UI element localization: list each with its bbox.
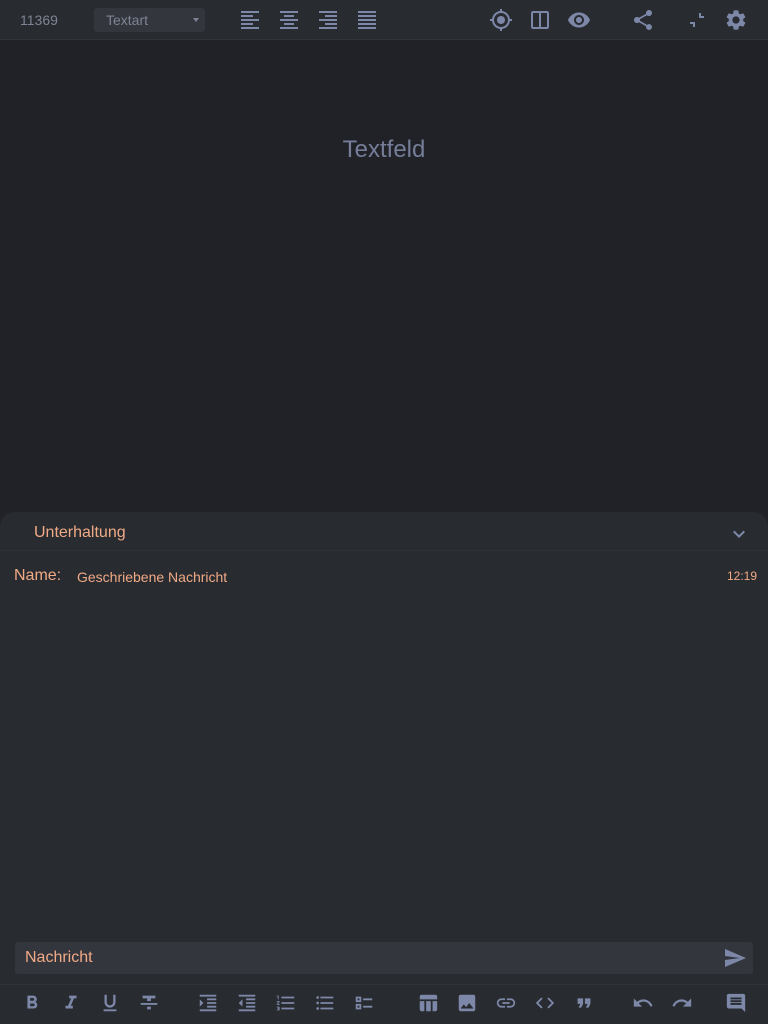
crosshair-icon[interactable]	[489, 8, 513, 32]
numbered-list-icon[interactable]	[275, 992, 297, 1014]
message-time: 12:19	[727, 569, 758, 583]
send-icon[interactable]	[723, 946, 747, 970]
bold-icon[interactable]	[21, 992, 43, 1014]
indent-decrease-icon[interactable]	[236, 992, 258, 1014]
bullet-list-icon[interactable]	[314, 992, 336, 1014]
align-right-icon[interactable]	[316, 8, 340, 32]
message-text: Geschriebene Nachricht	[77, 569, 228, 585]
undo-icon[interactable]	[632, 992, 654, 1014]
document-id: 11369	[20, 12, 58, 28]
underline-icon[interactable]	[99, 992, 121, 1014]
italic-icon[interactable]	[60, 992, 82, 1014]
conversation-title: Unterhaltung	[34, 524, 126, 541]
gear-icon[interactable]	[724, 8, 748, 32]
editor-placeholder[interactable]: Textfeld	[0, 136, 768, 164]
code-icon[interactable]	[534, 992, 556, 1014]
link-icon[interactable]	[495, 992, 517, 1014]
dropdown-caret-icon	[193, 18, 199, 22]
align-left-icon[interactable]	[238, 8, 262, 32]
chevron-down-icon[interactable]	[727, 522, 751, 546]
align-center-icon[interactable]	[277, 8, 301, 32]
fullscreen-exit-icon[interactable]	[685, 8, 709, 32]
top-toolbar: 11369 Textart	[0, 0, 768, 40]
share-icon[interactable]	[631, 8, 655, 32]
message-input[interactable]	[15, 942, 715, 974]
conversation-panel: Unterhaltung Name: Geschriebene Nachrich…	[0, 512, 768, 1024]
strikethrough-icon[interactable]	[138, 992, 160, 1014]
comment-icon[interactable]	[725, 992, 747, 1014]
quote-icon[interactable]	[573, 992, 595, 1014]
align-justify-icon[interactable]	[355, 8, 379, 32]
format-toolbar	[0, 984, 768, 1024]
split-view-icon[interactable]	[528, 8, 552, 32]
table-icon[interactable]	[417, 992, 439, 1014]
conversation-header: Unterhaltung	[0, 512, 768, 551]
image-icon[interactable]	[456, 992, 478, 1014]
message-compose	[15, 942, 753, 974]
text-type-select[interactable]: Textart	[94, 8, 205, 32]
message-sender: Name:	[14, 567, 62, 584]
indent-increase-icon[interactable]	[197, 992, 219, 1014]
eye-icon[interactable]	[567, 8, 591, 32]
checklist-icon[interactable]	[353, 992, 375, 1014]
redo-icon[interactable]	[671, 992, 693, 1014]
text-type-value: Textart	[106, 12, 149, 28]
